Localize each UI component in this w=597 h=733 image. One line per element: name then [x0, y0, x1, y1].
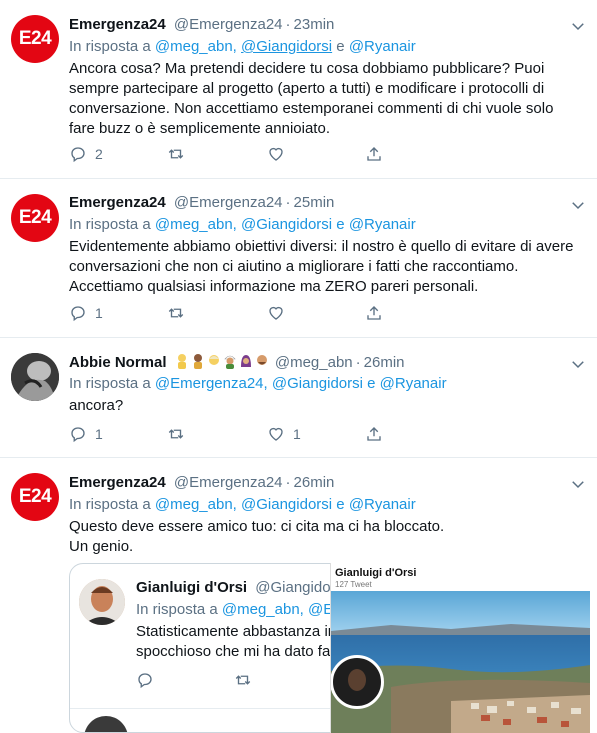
name-emojis — [175, 354, 275, 371]
avatar-image — [11, 353, 59, 401]
author-handle[interactable]: @Emergenza24 — [174, 474, 283, 491]
avatar[interactable] — [79, 579, 125, 625]
author-name[interactable]: Gianluigi d'Orsi — [136, 579, 247, 596]
tweet[interactable]: Abbie Normal @meg_abn · 26min In risposta … — [0, 338, 597, 458]
author-handle[interactable]: @Emergenza24 — [174, 194, 283, 211]
reply-count: 1 — [95, 305, 103, 321]
avatar[interactable] — [84, 716, 128, 732]
share-icon — [367, 306, 381, 320]
reply-button[interactable]: 2 — [69, 144, 103, 164]
tweet-text: Ancora cosa? Ma pretendi decidere tu cos… — [69, 60, 554, 137]
avatar-image — [79, 579, 125, 625]
mention-link[interactable]: @Ryanair — [349, 216, 416, 233]
reply-context: In risposta a @meg_abn, @Giangidorsi e @… — [69, 216, 416, 233]
popup-profile-name: Gianluigi d'Orsi — [335, 567, 417, 579]
share-icon — [367, 427, 381, 441]
mention-link[interactable]: @Ryanair — [349, 496, 416, 513]
author-name[interactable]: Emergenza24 — [69, 194, 166, 211]
retweet-icon — [235, 675, 251, 685]
chevron-down-icon[interactable] — [569, 17, 587, 35]
quoted-text: Statisticamente abbastanza ir spocchioso… — [136, 623, 333, 660]
avatar[interactable] — [11, 353, 59, 401]
mention-link[interactable]: @Giangidorsi — [241, 216, 332, 233]
mention-link[interactable]: @meg_abn, — [155, 496, 237, 513]
tweet[interactable]: E24 Emergenza24 @Emergenza24 · 25min In ri… — [0, 179, 597, 338]
like-icon — [269, 306, 283, 320]
share-icon — [367, 147, 381, 161]
reply-icon — [71, 306, 85, 322]
profile-screenshot-image: Gianluigi d'Orsi 127 Tweet — [330, 563, 590, 733]
retweet-button[interactable] — [167, 303, 185, 323]
reply-context: In risposta a @meg_abn, @Giangidorsi e @… — [69, 496, 416, 513]
like-button[interactable] — [267, 144, 285, 164]
separator-dot: · — [355, 354, 361, 371]
mention-link[interactable]: @Giangidorsi — [241, 38, 332, 55]
author-name[interactable]: Abbie Normal — [69, 354, 167, 371]
reply-icon — [138, 673, 152, 689]
retweet-icon — [168, 429, 184, 439]
avatar[interactable]: E24 — [11, 15, 59, 63]
reply-count: 2 — [95, 146, 103, 162]
reply-icon — [71, 427, 85, 443]
like-count: 1 — [293, 426, 301, 442]
like-icon — [269, 427, 283, 441]
reply-icon — [71, 147, 85, 163]
timestamp[interactable]: 26min — [294, 474, 335, 491]
like-button[interactable]: 1 — [267, 424, 301, 444]
retweet-icon — [168, 308, 184, 318]
reply-count: 1 — [95, 426, 103, 442]
reply-context: In risposta a @Emergenza24, @Giangidorsi… — [69, 375, 447, 392]
tweet-text: Evidentemente abbiamo obiettivi diversi:… — [69, 238, 574, 295]
mention-link[interactable]: @Ryanair — [380, 375, 447, 392]
chevron-down-icon[interactable] — [569, 196, 587, 214]
avatar[interactable]: E24 — [11, 473, 59, 521]
retweet-icon — [168, 149, 184, 159]
retweet-button[interactable] — [167, 144, 185, 164]
chevron-down-icon[interactable] — [569, 475, 587, 493]
mention-link[interactable]: @meg_abn, — [155, 38, 237, 55]
reply-button[interactable]: 1 — [69, 303, 103, 323]
mention-link[interactable]: @Giangidorsi — [241, 496, 332, 513]
author-handle[interactable]: @meg_abn — [275, 354, 353, 371]
reply-context: In risposta a @meg_abn, @E — [136, 601, 334, 618]
separator-dot: · — [285, 16, 291, 33]
author-handle[interactable]: @Emergenza24 — [174, 16, 283, 33]
avatar[interactable]: E24 — [11, 194, 59, 242]
tweet-actions: 1 1 — [69, 424, 389, 444]
timestamp[interactable]: 25min — [294, 194, 335, 211]
reply-button[interactable] — [136, 670, 154, 690]
mention-link[interactable]: @meg_abn, — [222, 601, 304, 618]
author-handle[interactable]: @Giangidor — [255, 579, 335, 596]
share-button[interactable] — [365, 144, 383, 164]
tweet-actions: 1 — [69, 303, 389, 323]
tweet[interactable]: E24 Emergenza24 @Emergenza24 · 23min In ri… — [0, 0, 597, 179]
reply-button[interactable]: 1 — [69, 424, 103, 444]
reply-context: In risposta a @meg_abn, @Giangidorsi e @… — [69, 38, 416, 55]
tweet-text: ancora? — [69, 397, 124, 414]
like-icon — [269, 147, 283, 161]
tweet-text: Questo deve essere amico tuo: ci cita ma… — [69, 518, 445, 555]
tweet-actions: 2 — [69, 144, 389, 164]
author-name[interactable]: Emergenza24 — [69, 16, 166, 33]
separator-dot: · — [285, 474, 291, 491]
share-button[interactable] — [365, 303, 383, 323]
share-button[interactable] — [365, 424, 383, 444]
mention-link[interactable]: @Ryanair — [349, 38, 416, 55]
retweet-button[interactable] — [167, 424, 185, 444]
mention-link[interactable]: @meg_abn, — [155, 216, 237, 233]
popup-avatar — [331, 655, 384, 709]
like-button[interactable] — [267, 303, 285, 323]
timestamp[interactable]: 23min — [294, 16, 335, 33]
timestamp[interactable]: 26min — [364, 354, 405, 371]
chevron-down-icon[interactable] — [569, 355, 587, 373]
separator-dot: · — [285, 194, 291, 211]
author-name[interactable]: Emergenza24 — [69, 474, 166, 491]
retweet-button[interactable] — [234, 670, 252, 690]
mention-link[interactable]: @Giangidorsi — [272, 375, 363, 392]
mention-link[interactable]: @Emergenza24, — [155, 375, 268, 392]
popup-tweet-count: 127 Tweet — [335, 580, 372, 589]
